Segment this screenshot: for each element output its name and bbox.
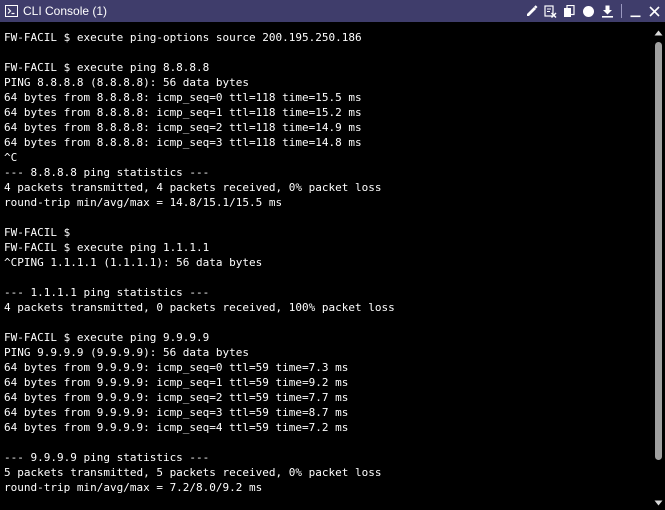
minimize-icon[interactable] (628, 4, 642, 18)
console-line: ^C (4, 151, 18, 164)
title-bar: CLI Console (1) (0, 0, 665, 22)
scroll-down-arrow-icon[interactable] (652, 496, 665, 510)
console-line: FW-FACIL $ (4, 226, 71, 239)
console-output[interactable]: FW-FACIL $ execute ping-options source 2… (0, 22, 652, 510)
console-line: PING 8.8.8.8 (8.8.8.8): 56 data bytes (4, 76, 250, 89)
toolbar-divider (621, 4, 622, 18)
close-icon[interactable] (647, 4, 661, 18)
console-line: round-trip min/avg/max = 7.2/8.0/9.2 ms (4, 481, 263, 494)
copy-icon[interactable] (562, 4, 576, 18)
console-line: --- 9.9.9.9 ping statistics --- (4, 451, 210, 464)
console-line: 64 bytes from 8.8.8.8: icmp_seq=3 ttl=11… (4, 136, 362, 149)
edit-icon[interactable] (524, 4, 538, 18)
terminal-icon (4, 4, 18, 18)
console-line: 64 bytes from 8.8.8.8: icmp_seq=0 ttl=11… (4, 91, 362, 104)
cli-console-window: CLI Console (1) FW-FACIL $ execute ping-… (0, 0, 665, 510)
console-line: 4 packets transmitted, 0 packets receive… (4, 301, 395, 314)
console-line: 64 bytes from 9.9.9.9: icmp_seq=0 ttl=59… (4, 361, 349, 374)
window-title: CLI Console (1) (23, 4, 108, 18)
console-line: 64 bytes from 9.9.9.9: icmp_seq=4 ttl=59… (4, 421, 349, 434)
record-icon[interactable] (581, 4, 595, 18)
console-line: 64 bytes from 9.9.9.9: icmp_seq=2 ttl=59… (4, 391, 349, 404)
title-actions (519, 0, 661, 22)
console-line: FW-FACIL $ execute ping 9.9.9.9 (4, 331, 210, 344)
clear-icon[interactable] (543, 4, 557, 18)
console-line: 64 bytes from 8.8.8.8: icmp_seq=2 ttl=11… (4, 121, 362, 134)
console-line: FW-FACIL $ execute ping 8.8.8.8 (4, 61, 210, 74)
console-line: 5 packets transmitted, 5 packets receive… (4, 466, 382, 479)
console-line: PING 9.9.9.9 (9.9.9.9): 56 data bytes (4, 346, 250, 359)
console-line: 4 packets transmitted, 4 packets receive… (4, 181, 382, 194)
console-line: 64 bytes from 8.8.8.8: icmp_seq=1 ttl=11… (4, 106, 362, 119)
console-line: ^CPING 1.1.1.1 (1.1.1.1): 56 data bytes (4, 256, 263, 269)
console-line: FW-FACIL $ execute ping-options source 2… (4, 31, 362, 44)
console-line: --- 8.8.8.8 ping statistics --- (4, 166, 210, 179)
console-line: 64 bytes from 9.9.9.9: icmp_seq=3 ttl=59… (4, 406, 349, 419)
vertical-scrollbar[interactable] (652, 22, 665, 510)
download-icon[interactable] (600, 4, 614, 18)
console-line: 64 bytes from 9.9.9.9: icmp_seq=1 ttl=59… (4, 376, 349, 389)
console-line: --- 1.1.1.1 ping statistics --- (4, 286, 210, 299)
scrollbar-thumb[interactable] (655, 42, 662, 460)
console-line: FW-FACIL $ execute ping 1.1.1.1 (4, 241, 210, 254)
console-line: round-trip min/avg/max = 14.8/15.1/15.5 … (4, 196, 283, 209)
scroll-up-arrow-icon[interactable] (652, 26, 665, 40)
